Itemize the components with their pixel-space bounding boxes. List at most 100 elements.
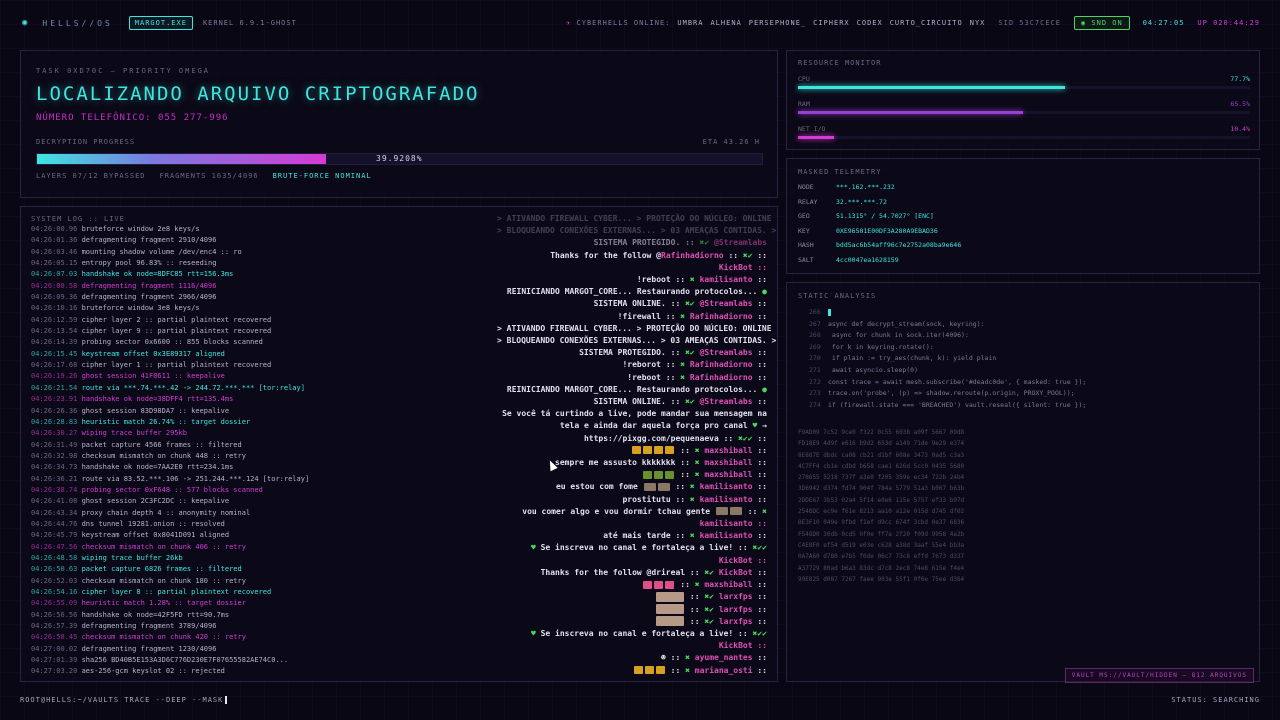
telemetry-row: GEO 51.1315° / 54.7027° [ENC] bbox=[798, 212, 934, 220]
rocket-icon: ✈ bbox=[566, 19, 572, 27]
process-chip[interactable]: MARGOT.EXE bbox=[128, 16, 193, 30]
clock: 04:27:05 bbox=[1142, 19, 1185, 27]
log-line: 04:26:17.68 cipher layer 1 :: partial pl… bbox=[31, 360, 331, 371]
resource-value: 65.5% bbox=[1230, 100, 1250, 108]
code-cursor bbox=[828, 308, 831, 316]
online-user[interactable]: CODEX bbox=[857, 19, 883, 27]
sound-toggle[interactable]: ◉ SND ON bbox=[1073, 16, 1130, 30]
vault-badge[interactable]: VAULT MS://VAULT/HIDDEN — 812 ARQUIVOS bbox=[1064, 668, 1254, 683]
log-timestamp: 04:26:10.16 bbox=[31, 304, 82, 313]
log-message: cipher layer 9 :: partial plaintext reco… bbox=[81, 327, 272, 336]
emote-icon bbox=[644, 666, 654, 675]
log-line: 04:26:19.26 ghost session 41F0611 :: kee… bbox=[31, 371, 331, 382]
emote-icon bbox=[656, 616, 685, 627]
log-line: 04:26:48.58 wiping trace buffer 26kb bbox=[31, 553, 331, 564]
telemetry-row: RELAY 32.***.***.72 bbox=[798, 198, 887, 206]
sound-label: SND ON bbox=[1091, 19, 1123, 27]
online-users: ✈ CYBERHELLS ONLINE: bbox=[566, 19, 670, 27]
log-message: checksum mismatch on chunk 180 :: retry bbox=[81, 576, 246, 585]
online-user[interactable]: PERSEPHONE_ bbox=[749, 19, 806, 27]
emote-icon bbox=[655, 666, 665, 675]
chat-message: !reboot :: ✖ Rafinhadiorno :: bbox=[627, 372, 767, 382]
hex-line: 254BDC ec9e f61e 8213 aa10 a12e 015d d74… bbox=[798, 508, 965, 516]
chat-message: :: ✖✔ larxfps :: bbox=[497, 591, 767, 603]
telemetry-key: KEY bbox=[798, 226, 810, 235]
log-timestamp: 04:26:08.58 bbox=[31, 281, 82, 290]
online-user[interactable]: NYX bbox=[970, 19, 986, 27]
eta: ETA 43.26 H bbox=[702, 138, 760, 146]
chat-message: prostitutu :: ✖ kamilisanto :: bbox=[622, 494, 767, 504]
log-message: handshake ok node=7AA2E0 rtt=234.1ms bbox=[81, 463, 234, 472]
chat-message: > ATIVANDO FIREWALL CYBER... > PROTEÇÃO … bbox=[497, 214, 772, 223]
online-user[interactable]: UMBRA bbox=[677, 19, 703, 27]
log-line: 04:26:28.83 heuristic match 26.74% :: ta… bbox=[31, 417, 331, 428]
chat-message: :: ✖ maxshiball :: bbox=[497, 579, 767, 591]
phone-number: NÚMERO TELEFÔNICO: 055 277-996 bbox=[36, 113, 229, 123]
top-bar: ◉ HELLS//OS MARGOT.EXE KERNEL 6.9.1-GHOS… bbox=[0, 0, 1280, 46]
log-timestamp: 04:26:00.96 bbox=[31, 225, 82, 233]
session-id: SID 53C7CECE bbox=[998, 19, 1061, 27]
emote-icon bbox=[665, 470, 675, 479]
chat-message: > BLOQUEANDO CONEXÕES EXTERNAS... > 03 A… bbox=[497, 226, 777, 236]
static-analysis-panel: STATIC ANALYSIS 266 267 async def decrypt_… bbox=[786, 282, 1260, 682]
log-timestamp: 04:26:23.91 bbox=[31, 395, 82, 404]
online-user[interactable]: CURTO_CIRCUITO bbox=[890, 19, 963, 27]
log-timestamp: 04:26:03.46 bbox=[31, 247, 82, 256]
line-number: 270 bbox=[809, 354, 821, 363]
log-message: wiping trace buffer 26kb bbox=[81, 553, 183, 562]
log-message: cipher layer 1 :: partial plaintext reco… bbox=[81, 361, 272, 370]
code-text: if plain := try_aes(chunk, k): yield pla… bbox=[828, 354, 997, 363]
telemetry-panel: MASKED TELEMETRY NODE ***.162.***.232 RELA… bbox=[786, 158, 1260, 274]
log-timestamp: 04:26:01.36 bbox=[31, 236, 82, 245]
online-label: CYBERHELLS ONLINE: bbox=[576, 19, 671, 27]
resource-bar bbox=[798, 86, 1250, 89]
log-line: 04:26:03.46 mounting shadow volume /dev/… bbox=[31, 247, 331, 258]
terminal-prompt[interactable]: ROOT@HELLS:~/VAULTS TRACE --DEEP --MASK bbox=[20, 696, 228, 704]
log-timestamp: 04:26:15.45 bbox=[31, 349, 82, 358]
emote-icon bbox=[665, 446, 675, 455]
online-user[interactable]: CIPHERX bbox=[813, 19, 850, 27]
log-line: 04:26:30.27 wiping trace buffer 295kb bbox=[31, 428, 331, 439]
prompt-text: ROOT@HELLS:~/VAULTS TRACE --DEEP --MASK bbox=[20, 696, 224, 704]
log-message: dns tunnel 19281.onion :: resolved bbox=[81, 519, 225, 528]
chat-message: sempre me assusto kkkkkkk :: ✖ maxshibal… bbox=[555, 458, 767, 468]
chat-message: vou comer algo e vou dormir tchau gente … bbox=[522, 506, 767, 516]
log-line: 04:26:34.73 handshake ok node=7AA2E0 rtt… bbox=[31, 462, 331, 473]
log-message: handshake ok node=38DFF4 rtt=135.4ms bbox=[81, 395, 234, 404]
log-timestamp: 04:26:21.54 bbox=[31, 383, 82, 392]
hex-line: 99E825 d087 7267 faee 903e 55f1 0f6e 75e… bbox=[798, 575, 965, 583]
chat-message: :: ✖✔ larxfps :: bbox=[497, 616, 767, 628]
telemetry-row: SALT 4cc0047ea1628159 bbox=[798, 256, 899, 264]
code-line: 269 for k in keyring.rotate(): bbox=[809, 342, 1086, 354]
log-message: bruteforce window 2e8 keys/s bbox=[81, 225, 200, 233]
log-timestamp: 04:26:58.45 bbox=[31, 633, 82, 642]
telemetry-value: 0XE96501E00DF3A280A9EBAD36 bbox=[836, 226, 938, 235]
code-line: 267 async def decrypt_stream(sock, keyrin… bbox=[809, 319, 1086, 331]
task-title: LOCALIZANDO ARQUIVO CRIPTOGRAFADO bbox=[36, 83, 480, 105]
emote-icon bbox=[656, 604, 685, 614]
system-log-panel[interactable]: SYSTEM LOG :: LIVE 04:26:00.96 bruteforc… bbox=[20, 206, 778, 682]
log-line: 04:26:15.45 keystream offset 0x3E89317 a… bbox=[31, 349, 331, 360]
log-line: 04:26:14.39 probing sector 0x6600 :: 855… bbox=[31, 337, 331, 348]
log-timestamp: 04:26:50.63 bbox=[31, 565, 82, 574]
log-timestamp: 04:26:43.34 bbox=[31, 508, 82, 517]
resource-label: CPU bbox=[798, 75, 810, 83]
log-message: packet capture 6826 frames :: filtered bbox=[81, 565, 242, 574]
log-message: heuristic match 26.74% :: target dossier bbox=[81, 417, 251, 426]
log-timestamp: 04:26:56.56 bbox=[31, 610, 82, 619]
log-timestamp: 04:26:17.68 bbox=[31, 361, 82, 370]
resource-bar bbox=[798, 111, 1250, 114]
log-line: 04:26:55.09 heuristic match 1.28% :: tar… bbox=[31, 598, 331, 609]
code-line: 272 const trace = await mesh.subscribe('#… bbox=[809, 377, 1086, 389]
chat-message: Thanks for the follow @Rafinhadiorno :: … bbox=[550, 250, 767, 260]
hex-line: FD18E9 4d9f e616 b9d2 653d a149 71de 9e2… bbox=[798, 440, 965, 448]
hex-line: 0A7A60 d780 e7b5 f0de 06c7 73c8 effd 767… bbox=[798, 553, 965, 561]
log-line: 04:26:44.76 dns tunnel 19281.onion :: re… bbox=[31, 519, 331, 530]
log-message: defragmenting fragment 3789/4096 bbox=[81, 622, 217, 631]
text-cursor bbox=[225, 696, 228, 704]
telemetry-value: 32.***.***.72 bbox=[836, 197, 887, 206]
chat-message: :: ✖ maxshiball :: bbox=[497, 445, 767, 457]
online-user[interactable]: ALHENA bbox=[710, 19, 741, 27]
code-line: 274 if (firewall.state === 'BREACHED') va… bbox=[809, 400, 1086, 412]
chat-overlay: > ATIVANDO FIREWALL CYBER... > PROTEÇÃO … bbox=[497, 213, 777, 677]
